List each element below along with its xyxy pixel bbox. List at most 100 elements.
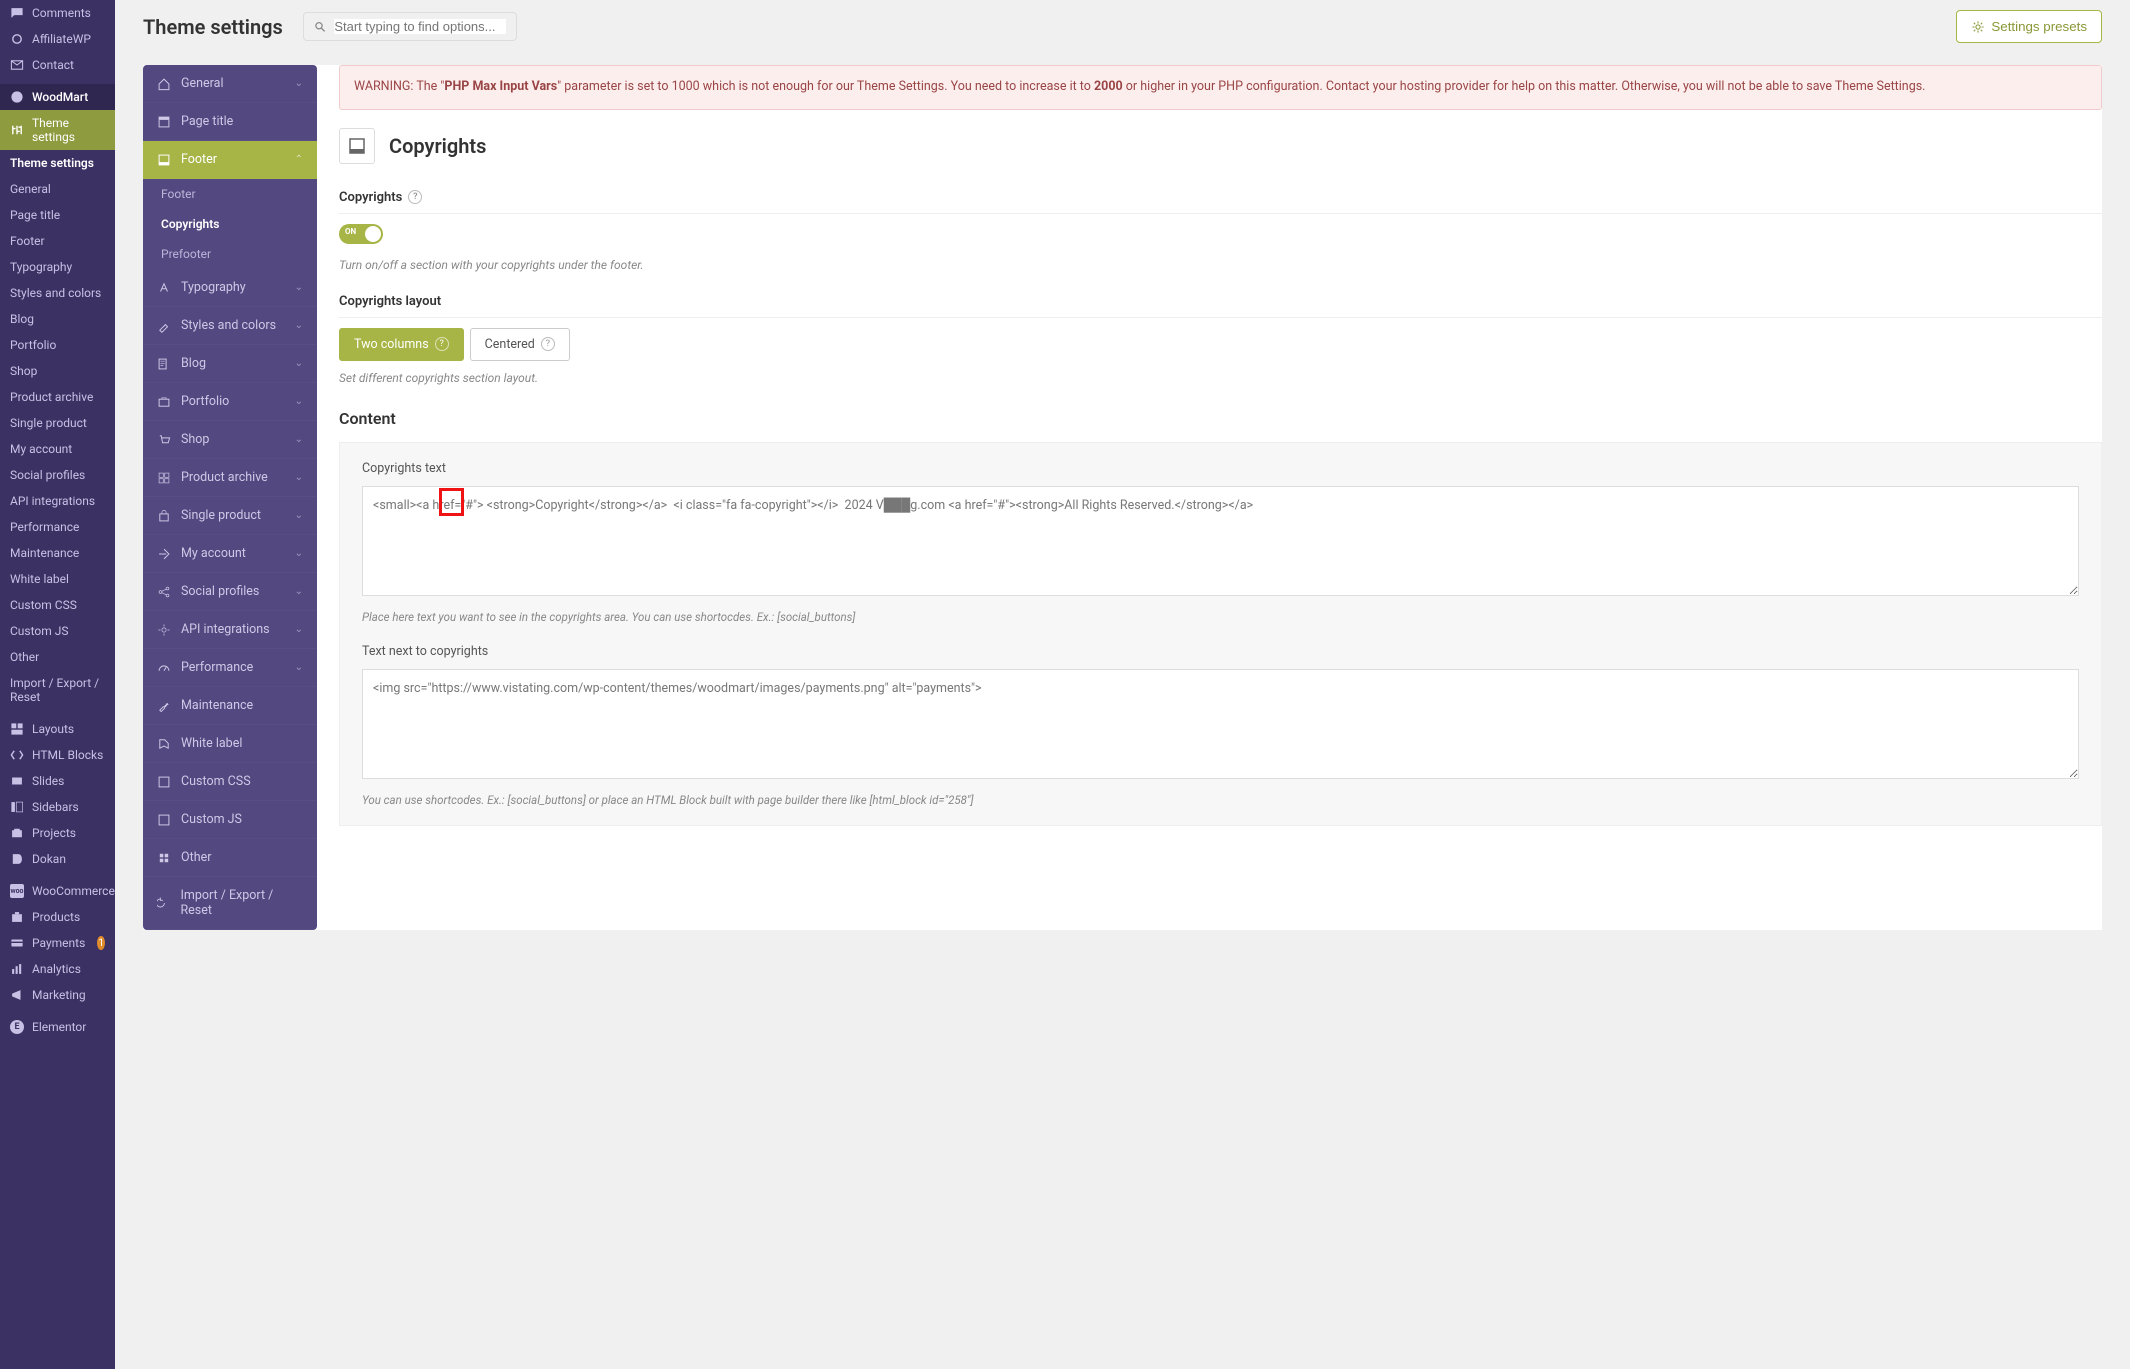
submenu-custom-js[interactable]: Custom JS bbox=[0, 618, 115, 644]
submenu-api-integrations[interactable]: API integrations bbox=[0, 488, 115, 514]
menu-html-blocks[interactable]: HTML Blocks bbox=[0, 742, 115, 768]
chevron-down-icon: ⌄ bbox=[295, 358, 303, 369]
nav-custom-css[interactable]: Custom CSS bbox=[143, 763, 317, 801]
nav-blog[interactable]: Blog⌄ bbox=[143, 345, 317, 383]
wp-admin-sidebar: Comments AffiliateWP Contact WoodMart Th… bbox=[0, 0, 115, 1369]
submenu-import-export[interactable]: Import / Export / Reset bbox=[0, 670, 115, 710]
nav-maintenance[interactable]: Maintenance bbox=[143, 687, 317, 725]
help-icon[interactable]: ? bbox=[408, 190, 422, 204]
section-title: Copyrights bbox=[389, 134, 486, 158]
payments-badge: 1 bbox=[97, 936, 105, 950]
nav-general[interactable]: General⌄ bbox=[143, 65, 317, 103]
chevron-down-icon: ⌄ bbox=[295, 662, 303, 673]
submenu-styles-colors[interactable]: Styles and colors bbox=[0, 280, 115, 306]
menu-projects[interactable]: Projects bbox=[0, 820, 115, 846]
nav-white-label[interactable]: White label bbox=[143, 725, 317, 763]
submenu-blog[interactable]: Blog bbox=[0, 306, 115, 332]
submenu-general[interactable]: General bbox=[0, 176, 115, 202]
submenu-social-profiles[interactable]: Social profiles bbox=[0, 462, 115, 488]
menu-dokan[interactable]: Dokan bbox=[0, 846, 115, 872]
nav-footer-copyrights[interactable]: Copyrights bbox=[143, 209, 317, 239]
settings-presets-button[interactable]: Settings presets bbox=[1956, 10, 2102, 43]
nav-styles-colors[interactable]: Styles and colors⌄ bbox=[143, 307, 317, 345]
chevron-down-icon: ⌄ bbox=[295, 510, 303, 521]
nav-footer[interactable]: Footer⌃ bbox=[143, 141, 317, 179]
submenu-other[interactable]: Other bbox=[0, 644, 115, 670]
settings-panel: WARNING: The "PHP Max Input Vars" parame… bbox=[339, 65, 2102, 930]
nav-footer-prefooter[interactable]: Prefooter bbox=[143, 239, 317, 269]
layout-options: Two columns? Centered? bbox=[339, 328, 2102, 361]
content-heading: Content bbox=[339, 409, 2102, 428]
nav-api-integrations[interactable]: API integrations⌄ bbox=[143, 611, 317, 649]
menu-comments[interactable]: Comments bbox=[0, 0, 115, 26]
menu-slides[interactable]: Slides bbox=[0, 768, 115, 794]
menu-products[interactable]: Products bbox=[0, 904, 115, 930]
page-header: Theme settings Settings presets bbox=[143, 0, 2102, 65]
copyrights-toggle[interactable]: ON bbox=[339, 224, 383, 244]
nav-performance[interactable]: Performance⌄ bbox=[143, 649, 317, 687]
submenu-performance[interactable]: Performance bbox=[0, 514, 115, 540]
nav-social-profiles[interactable]: Social profiles⌄ bbox=[143, 573, 317, 611]
chevron-down-icon: ⌄ bbox=[295, 396, 303, 407]
nav-import-export[interactable]: Import / Export / Reset bbox=[143, 877, 317, 930]
chevron-down-icon: ⌄ bbox=[295, 624, 303, 635]
nav-my-account[interactable]: My account⌄ bbox=[143, 535, 317, 573]
copyrights-text-label: Copyrights text bbox=[362, 461, 2079, 476]
text-next-hint: You can use shortcodes. Ex.: [social_but… bbox=[362, 793, 2079, 807]
search-box[interactable] bbox=[303, 12, 517, 41]
menu-woodmart[interactable]: WoodMart bbox=[0, 84, 115, 110]
menu-payments[interactable]: Payments1 bbox=[0, 930, 115, 956]
copyrights-desc: Turn on/off a section with your copyrigh… bbox=[339, 258, 2102, 272]
submenu-theme-settings[interactable]: Theme settings bbox=[0, 150, 115, 176]
submenu-page-title[interactable]: Page title bbox=[0, 202, 115, 228]
nav-page-title[interactable]: Page title bbox=[143, 103, 317, 141]
nav-single-product[interactable]: Single product⌄ bbox=[143, 497, 317, 535]
menu-woocommerce[interactable]: wooWooCommerce bbox=[0, 878, 115, 904]
menu-theme-settings[interactable]: Theme settings bbox=[0, 110, 115, 150]
copyrights-text-input[interactable] bbox=[362, 486, 2079, 596]
layout-label: Copyrights layout bbox=[339, 294, 441, 309]
page-title: Theme settings bbox=[143, 15, 283, 39]
nav-portfolio[interactable]: Portfolio⌄ bbox=[143, 383, 317, 421]
nav-footer-footer[interactable]: Footer bbox=[143, 179, 317, 209]
menu-analytics[interactable]: Analytics bbox=[0, 956, 115, 982]
text-next-label: Text next to copyrights bbox=[362, 644, 2079, 659]
nav-custom-js[interactable]: Custom JS bbox=[143, 801, 317, 839]
submenu-white-label[interactable]: White label bbox=[0, 566, 115, 592]
submenu-shop[interactable]: Shop bbox=[0, 358, 115, 384]
submenu-footer[interactable]: Footer bbox=[0, 228, 115, 254]
chevron-down-icon: ⌄ bbox=[295, 282, 303, 293]
nav-shop[interactable]: Shop⌄ bbox=[143, 421, 317, 459]
nav-other[interactable]: Other bbox=[143, 839, 317, 877]
chevron-down-icon: ⌄ bbox=[295, 78, 303, 89]
chevron-down-icon: ⌄ bbox=[295, 548, 303, 559]
gear-icon bbox=[1971, 20, 1985, 34]
layout-desc: Set different copyrights section layout. bbox=[339, 371, 2102, 385]
text-next-input[interactable] bbox=[362, 669, 2079, 779]
menu-layouts[interactable]: Layouts bbox=[0, 716, 115, 742]
copyrights-text-hint: Place here text you want to see in the c… bbox=[362, 610, 2079, 624]
submenu-product-archive[interactable]: Product archive bbox=[0, 384, 115, 410]
search-icon bbox=[314, 20, 327, 34]
submenu-custom-css[interactable]: Custom CSS bbox=[0, 592, 115, 618]
submenu-my-account[interactable]: My account bbox=[0, 436, 115, 462]
menu-affiliatewp[interactable]: AffiliateWP bbox=[0, 26, 115, 52]
menu-sidebars[interactable]: Sidebars bbox=[0, 794, 115, 820]
chevron-down-icon: ⌄ bbox=[295, 320, 303, 331]
help-icon[interactable]: ? bbox=[541, 337, 555, 351]
help-icon[interactable]: ? bbox=[435, 337, 449, 351]
menu-contact[interactable]: Contact bbox=[0, 52, 115, 78]
chevron-down-icon: ⌄ bbox=[295, 472, 303, 483]
submenu-maintenance[interactable]: Maintenance bbox=[0, 540, 115, 566]
layout-two-columns[interactable]: Two columns? bbox=[339, 328, 464, 361]
nav-typography[interactable]: Typography⌄ bbox=[143, 269, 317, 307]
menu-marketing[interactable]: Marketing bbox=[0, 982, 115, 1008]
chevron-up-icon: ⌃ bbox=[295, 154, 303, 165]
submenu-portfolio[interactable]: Portfolio bbox=[0, 332, 115, 358]
search-input[interactable] bbox=[334, 19, 506, 34]
submenu-single-product[interactable]: Single product bbox=[0, 410, 115, 436]
submenu-typography[interactable]: Typography bbox=[0, 254, 115, 280]
nav-product-archive[interactable]: Product archive⌄ bbox=[143, 459, 317, 497]
layout-centered[interactable]: Centered? bbox=[470, 328, 570, 361]
menu-elementor[interactable]: EElementor bbox=[0, 1014, 115, 1040]
